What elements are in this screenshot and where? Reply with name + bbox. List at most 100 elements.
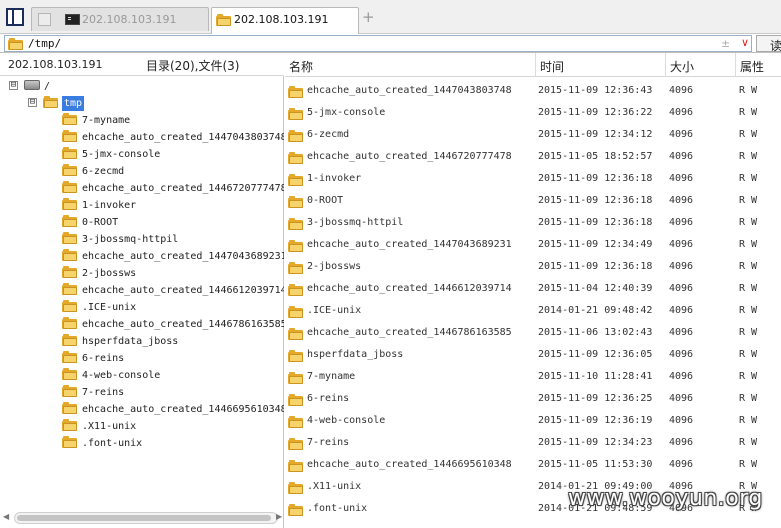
read-button-label: 读 — [770, 39, 781, 53]
file-row[interactable]: ehcache_auto_created_1446695610348 2015-1… — [285, 455, 781, 477]
file-row[interactable]: ehcache_auto_created_1446720777478 2015-1… — [285, 147, 781, 169]
column-size[interactable]: 大小 — [670, 58, 694, 75]
file-row[interactable]: .ICE-unix 2014-01-21 09:48:42 4096 R W — [285, 301, 781, 323]
file-name: .font-unix — [307, 503, 368, 514]
pin-tab-icon[interactable] — [38, 13, 51, 26]
file-attr: R W — [739, 349, 758, 360]
tab-terminal[interactable]: 202.108.103.191 — [31, 7, 209, 31]
file-size: 4096 — [669, 261, 694, 272]
file-time: 2015-11-04 12:40:39 — [538, 283, 653, 294]
chevron-down-icon[interactable]: ∨ — [741, 36, 749, 49]
scrollbar-thumb[interactable] — [17, 515, 271, 521]
file-size: 4096 — [669, 371, 694, 382]
folder-icon — [8, 38, 23, 50]
file-row[interactable]: 6-zecmd 2015-11-09 12:34:12 4096 R W — [285, 125, 781, 147]
file-row[interactable]: ehcache_auto_created_1447043689231 2015-1… — [285, 235, 781, 257]
file-time: 2015-11-09 12:36:25 — [538, 393, 653, 404]
file-name: 7-myname — [307, 371, 356, 382]
file-name: 5-jmx-console — [307, 107, 386, 118]
file-row[interactable]: 4-web-console 2015-11-09 12:36:19 4096 R W — [285, 411, 781, 433]
folder-icon — [62, 283, 77, 295]
file-time: 2015-11-09 12:36:19 — [538, 415, 653, 426]
tree-node-label: ehcache_auto_created_1446612039714 — [82, 285, 284, 296]
file-row[interactable]: 7-myname 2015-11-10 11:28:41 4096 R W — [285, 367, 781, 389]
folder-icon — [62, 300, 77, 312]
collapse-icon[interactable]: ⊟ — [9, 81, 18, 90]
file-row[interactable]: ehcache_auto_created_1446786163585 2015-1… — [285, 323, 781, 345]
read-button[interactable]: 读 — [756, 35, 781, 53]
file-name: .ICE-unix — [307, 305, 362, 316]
tab-label: 202.108.103.191 — [82, 13, 177, 26]
file-size: 4096 — [669, 239, 694, 250]
file-attr: R W — [739, 371, 758, 382]
folder-icon — [288, 196, 303, 208]
tree-node-label: 6-zecmd — [82, 166, 125, 177]
tab-bar: 202.108.103.191 202.108.103.191 + — [0, 0, 781, 34]
file-name: ehcache_auto_created_1446612039714 — [307, 283, 512, 294]
new-tab-button[interactable]: + — [362, 10, 375, 25]
folder-icon — [62, 130, 77, 142]
column-attr[interactable]: 属性 — [740, 58, 764, 75]
folder-icon — [288, 152, 303, 164]
folder-icon — [62, 368, 77, 380]
file-name: ehcache_auto_created_1446695610348 — [307, 459, 512, 470]
tab-file-manager[interactable]: 202.108.103.191 — [211, 7, 359, 34]
file-size: 4096 — [669, 327, 694, 338]
folder-icon — [62, 317, 77, 329]
column-name[interactable]: 名称 — [289, 58, 313, 75]
file-name: 2-jbossws — [307, 261, 362, 272]
file-time: 2015-11-05 11:53:30 — [538, 459, 653, 470]
file-attr: R W — [739, 173, 758, 184]
tree-node-label: 6-reins — [82, 353, 125, 364]
file-row[interactable]: 0-ROOT 2015-11-09 12:36:18 4096 R W — [285, 191, 781, 213]
tree-node-label: ehcache_auto_created_1447043803748 — [82, 132, 284, 143]
bookmark-icon[interactable]: ± — [721, 37, 730, 50]
tree-node-label: 7-myname — [82, 115, 131, 126]
horizontal-scrollbar[interactable] — [14, 512, 278, 524]
file-time: 2015-11-09 12:34:49 — [538, 239, 653, 250]
folder-icon — [288, 460, 303, 472]
file-attr: R W — [739, 217, 758, 228]
file-name: .X11-unix — [307, 481, 362, 492]
file-name: ehcache_auto_created_1446720777478 — [307, 151, 512, 162]
scroll-right-icon[interactable]: ▶ — [276, 512, 282, 521]
tree-node-label: .font-unix — [82, 438, 143, 449]
file-row[interactable]: ehcache_auto_created_1446612039714 2015-1… — [285, 279, 781, 301]
tree-node-label: 0-ROOT — [82, 217, 119, 228]
file-list-panel: 名称 时间 大小 属性 ehcache_auto_created_1447043… — [285, 53, 781, 528]
file-size: 4096 — [669, 349, 694, 360]
file-row[interactable]: 1-invoker 2015-11-09 12:36:18 4096 R W — [285, 169, 781, 191]
folder-icon — [62, 147, 77, 159]
file-time: 2015-11-06 13:02:43 — [538, 327, 653, 338]
folder-icon — [288, 394, 303, 406]
folder-icon — [288, 240, 303, 252]
file-time: 2015-11-09 12:34:12 — [538, 129, 653, 140]
file-time: 2014-01-21 09:48:42 — [538, 305, 653, 316]
file-row[interactable]: 3-jbossmq-httpil 2015-11-09 12:36:18 4096 R… — [285, 213, 781, 235]
file-row[interactable]: ehcache_auto_created_1447043803748 2015-1… — [285, 81, 781, 103]
toggle-sidebar-icon[interactable] — [6, 8, 24, 26]
file-name: ehcache_auto_created_1447043689231 — [307, 239, 512, 250]
file-time: 2015-11-09 12:36:18 — [538, 173, 653, 184]
file-row[interactable]: hsperfdata_jboss 2015-11-09 12:36:05 4096 R… — [285, 345, 781, 367]
file-row[interactable]: 6-reins 2015-11-09 12:36:25 4096 R W — [285, 389, 781, 411]
file-name: 3-jbossmq-httpil — [307, 217, 404, 228]
folder-icon — [288, 262, 303, 274]
column-header: 名称 时间 大小 属性 — [285, 53, 781, 77]
collapse-icon[interactable]: ⊟ — [28, 98, 37, 107]
folder-icon — [288, 306, 303, 318]
file-row[interactable]: 2-jbossws 2015-11-09 12:36:18 4096 R W — [285, 257, 781, 279]
file-name: 6-zecmd — [307, 129, 350, 140]
scroll-left-icon[interactable]: ◀ — [3, 512, 9, 521]
path-input[interactable]: /tmp/ ± ∨ — [4, 35, 752, 52]
folder-icon — [288, 174, 303, 186]
hard-drive-icon — [24, 80, 40, 90]
folder-icon — [62, 436, 77, 448]
folder-icon — [288, 350, 303, 362]
file-row[interactable]: 5-jmx-console 2015-11-09 12:36:22 4096 R W — [285, 103, 781, 125]
column-time[interactable]: 时间 — [540, 58, 564, 75]
tree-node-label: 1-invoker — [82, 200, 137, 211]
file-row[interactable]: 7-reins 2015-11-09 12:34:23 4096 R W — [285, 433, 781, 455]
folder-icon — [62, 113, 77, 125]
folder-icon — [288, 504, 303, 516]
